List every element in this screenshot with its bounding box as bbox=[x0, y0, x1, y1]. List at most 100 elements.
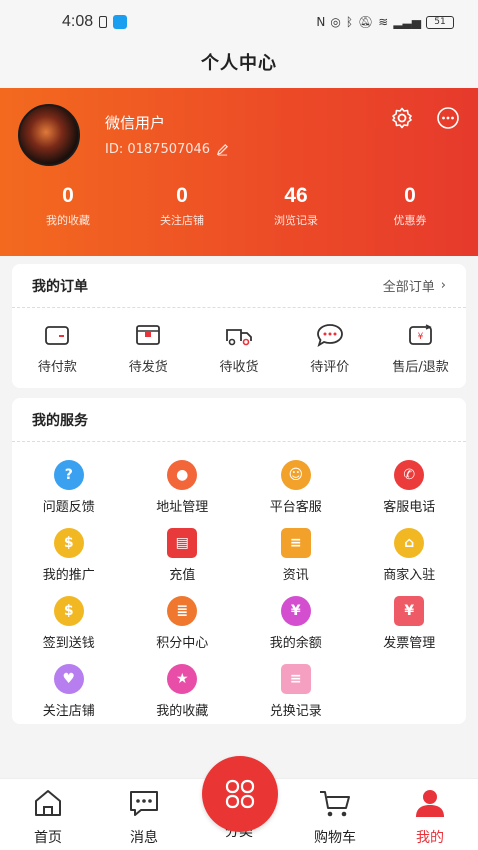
services-title: 我的服务 bbox=[32, 412, 88, 429]
comment-icon bbox=[316, 324, 343, 347]
points-icon: ≣ bbox=[167, 596, 198, 626]
service-label: 关注店铺 bbox=[42, 704, 95, 719]
tab-label: 首页 bbox=[34, 830, 62, 846]
cart-icon bbox=[320, 791, 350, 817]
profile-stats: 0 我的收藏 0 关注店铺 46 浏览记录 0 优惠券 bbox=[0, 184, 478, 228]
user-id[interactable]: ID: 0187507046 bbox=[105, 142, 229, 157]
service-favorites[interactable]: ★ 我的收藏 bbox=[126, 658, 240, 726]
order-status-row: 待付款 待发货 待收货 待评价 ¥ 售后/退款 bbox=[12, 308, 466, 375]
stat-browse-history[interactable]: 46 浏览记录 bbox=[239, 184, 353, 228]
checkin-icon: $ bbox=[53, 596, 84, 626]
settings-icon[interactable] bbox=[390, 106, 414, 130]
stat-favorites[interactable]: 0 我的收藏 bbox=[11, 184, 125, 228]
service-balance[interactable]: ¥ 我的余额 bbox=[239, 590, 353, 658]
services-grid: ? 问题反馈 ● 地址管理 ☺ 平台客服 ✆ 客服电话 $ 我的推广 ▤ 充值 ≡ 资讯 ⌂ 商… bbox=[12, 442, 466, 726]
services-card: 我的服务 ? 问题反馈 ● 地址管理 ☺ 平台客服 ✆ 客服电话 $ 我的推广 ▤ 充值 ≡… bbox=[12, 398, 466, 724]
service-platform-support[interactable]: ☺ 平台客服 bbox=[239, 454, 353, 522]
service-points[interactable]: ≣ 积分中心 bbox=[126, 590, 240, 658]
order-pending-payment[interactable]: 待付款 bbox=[12, 322, 103, 375]
stat-value: 46 bbox=[284, 184, 308, 207]
chevron-right-icon: › bbox=[440, 278, 446, 293]
stat-label: 浏览记录 bbox=[274, 214, 318, 227]
service-label: 充值 bbox=[169, 568, 196, 583]
tab-label: 消息 bbox=[130, 830, 158, 846]
tab-cart[interactable]: 购物车 bbox=[287, 779, 383, 847]
battery-level: 51 bbox=[434, 17, 446, 27]
tab-messages[interactable]: 消息 bbox=[96, 779, 192, 847]
service-label: 资讯 bbox=[282, 568, 309, 583]
service-label: 地址管理 bbox=[156, 500, 209, 515]
stat-followed-shops[interactable]: 0 关注店铺 bbox=[125, 184, 239, 228]
all-orders-link[interactable]: 全部订单 › bbox=[383, 276, 446, 295]
service-exchange-records[interactable]: ≡ 兑换记录 bbox=[239, 658, 353, 726]
service-label: 我的余额 bbox=[269, 636, 322, 651]
tab-label: 我的 bbox=[416, 830, 444, 846]
user-icon bbox=[416, 790, 444, 817]
nfc-icon: N bbox=[316, 15, 326, 29]
profile-header: 微信用户 ID: 0187507046 0 我的收藏 0 关注店铺 46 浏览记… bbox=[0, 88, 478, 256]
stat-value: 0 bbox=[404, 184, 416, 207]
service-label: 我的推广 bbox=[42, 568, 95, 583]
order-pending-receipt[interactable]: 待收货 bbox=[194, 322, 285, 375]
battery-icon: 51 bbox=[426, 15, 454, 29]
stat-label: 我的收藏 bbox=[46, 214, 90, 227]
bluetooth-icon: ᛒ bbox=[345, 15, 354, 29]
service-label: 客服电话 bbox=[383, 500, 436, 515]
service-label: 发票管理 bbox=[383, 636, 436, 651]
phone-icon: ✆ bbox=[394, 460, 425, 490]
service-followed-shops[interactable]: ♥ 关注店铺 bbox=[12, 658, 126, 726]
category-icon bbox=[225, 779, 255, 809]
stat-value: 0 bbox=[62, 184, 74, 207]
service-promotion[interactable]: $ 我的推广 bbox=[12, 522, 126, 590]
status-time: 4:08 bbox=[62, 13, 94, 30]
order-pending-shipment[interactable]: 待发货 bbox=[103, 322, 194, 375]
store-icon: ⌂ bbox=[394, 528, 425, 558]
orders-header: 我的订单 全部订单 › bbox=[12, 264, 466, 308]
recharge-icon: ▤ bbox=[167, 528, 198, 558]
stat-value: 0 bbox=[176, 184, 188, 207]
orders-title: 我的订单 bbox=[32, 278, 88, 295]
service-checkin[interactable]: $ 签到送钱 bbox=[12, 590, 126, 658]
avatar[interactable] bbox=[18, 104, 80, 166]
service-label: 签到送钱 bbox=[42, 636, 95, 651]
service-label: 问题反馈 bbox=[42, 500, 95, 515]
status-bar: 4:08 N ◎ ᛒ 🔕︎ ≋ ▂▃▅ 51 bbox=[0, 0, 478, 44]
mute-icon: 🔕︎ bbox=[358, 15, 374, 29]
service-merchant-join[interactable]: ⌂ 商家入驻 bbox=[353, 522, 467, 590]
tab-mine[interactable]: 我的 bbox=[382, 779, 478, 847]
news-icon: ≡ bbox=[280, 528, 311, 558]
order-pending-review[interactable]: 待评价 bbox=[284, 322, 375, 375]
service-recharge[interactable]: ▤ 充值 bbox=[126, 522, 240, 590]
category-button[interactable] bbox=[202, 756, 278, 832]
notification-icon bbox=[99, 16, 108, 28]
page-title: 个人中心 bbox=[0, 44, 478, 88]
promotion-icon: $ bbox=[53, 528, 84, 558]
question-icon: ? bbox=[53, 460, 84, 490]
service-invoice[interactable]: ¥ 发票管理 bbox=[353, 590, 467, 658]
service-hotline[interactable]: ✆ 客服电话 bbox=[353, 454, 467, 522]
stat-label: 优惠券 bbox=[393, 214, 427, 227]
services-header: 我的服务 bbox=[12, 398, 466, 442]
order-label: 待评价 bbox=[310, 360, 350, 375]
username[interactable]: 微信用户 bbox=[105, 112, 165, 133]
balance-icon: ¥ bbox=[280, 596, 311, 626]
order-label: 售后/退款 bbox=[392, 360, 449, 375]
tab-label: 购物车 bbox=[314, 830, 356, 846]
service-label: 平台客服 bbox=[269, 500, 322, 515]
stat-coupons[interactable]: 0 优惠券 bbox=[353, 184, 467, 228]
exchange-record-icon: ≡ bbox=[280, 664, 311, 694]
more-options-icon[interactable] bbox=[436, 106, 460, 130]
service-feedback[interactable]: ? 问题反馈 bbox=[12, 454, 126, 522]
wifi-icon: ≋ bbox=[378, 15, 389, 29]
service-address[interactable]: ● 地址管理 bbox=[126, 454, 240, 522]
edit-icon[interactable] bbox=[216, 143, 229, 156]
invoice-icon: ¥ bbox=[394, 596, 425, 626]
order-after-sales[interactable]: ¥ 售后/退款 bbox=[375, 322, 466, 375]
tab-home[interactable]: 首页 bbox=[0, 779, 96, 847]
wallet-icon bbox=[45, 326, 70, 345]
star-icon: ★ bbox=[167, 664, 198, 694]
user-id-text: ID: 0187507046 bbox=[105, 142, 211, 157]
service-agent-icon: ☺ bbox=[280, 460, 311, 490]
service-news[interactable]: ≡ 资讯 bbox=[239, 522, 353, 590]
home-icon bbox=[35, 790, 61, 816]
